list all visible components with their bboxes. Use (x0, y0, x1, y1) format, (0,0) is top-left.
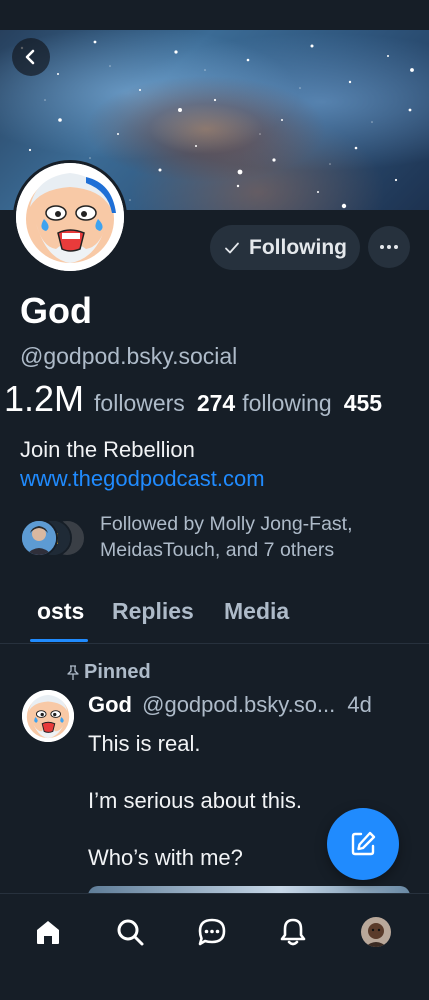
tab-posts[interactable]: osts (37, 598, 84, 625)
tab-media[interactable]: Media (224, 598, 289, 625)
following-button[interactable]: Following (210, 225, 360, 270)
ellipsis-icon (380, 245, 398, 249)
following-count[interactable]: 274 (197, 390, 235, 417)
followed-by-text[interactable]: Followed by Molly Jong-Fast, MeidasTouch… (100, 511, 420, 563)
nav-notifications[interactable] (273, 912, 313, 952)
post-timestamp[interactable]: 4d (347, 692, 371, 717)
post-text-line-2: I’m serious about this. (88, 788, 302, 813)
compose-button[interactable] (327, 808, 399, 880)
bell-icon (280, 918, 306, 946)
tab-replies[interactable]: Replies (112, 598, 194, 625)
search-icon (117, 919, 144, 946)
cartoon-face-icon (22, 690, 74, 742)
chevron-left-icon (25, 49, 35, 65)
profile-stats: 1.2M followers 274 following 455 (4, 378, 382, 424)
nav-chat[interactable] (192, 912, 232, 952)
pinned-label: Pinned (84, 661, 151, 683)
compose-icon (351, 831, 376, 856)
followers-label[interactable]: followers (94, 390, 185, 417)
following-label: Following (249, 235, 347, 259)
post-author-avatar[interactable] (22, 690, 74, 742)
known-followers-avatars[interactable]: N (20, 519, 88, 557)
post-author-handle[interactable]: @godpod.bsky.so... (142, 692, 335, 717)
post-header: God @godpod.bsky.so... 4d (88, 692, 372, 718)
back-button[interactable] (12, 38, 50, 76)
active-tab-indicator (30, 639, 88, 642)
post-text-line-3: Who’s with me? (88, 845, 243, 870)
check-icon (225, 242, 239, 253)
profile-link[interactable]: www.thegodpodcast.com (20, 466, 265, 492)
display-name: God (20, 290, 92, 331)
more-options-button[interactable] (368, 226, 410, 268)
cartoon-face-icon (16, 163, 124, 271)
nav-home[interactable] (28, 912, 68, 952)
status-bar (0, 0, 429, 30)
nav-profile[interactable] (356, 912, 396, 952)
profile-tabs: osts Replies Media (0, 590, 429, 644)
profile-handle: @godpod.bsky.social (20, 343, 238, 369)
chat-icon (198, 918, 226, 946)
pin-icon (67, 664, 79, 680)
profile-bio: Join the Rebellion (20, 437, 195, 462)
nav-search[interactable] (110, 912, 150, 952)
bottom-navigation (0, 893, 429, 1000)
profile-avatar[interactable] (13, 160, 127, 274)
post-text-line-1: This is real. (88, 731, 201, 756)
home-icon (37, 921, 59, 944)
post-author-name[interactable]: God (88, 692, 132, 717)
person-photo-icon (22, 521, 56, 555)
pinned-indicator: Pinned (66, 661, 151, 684)
follower-avatar-1 (20, 519, 58, 557)
followers-count[interactable]: 1.2M (4, 378, 84, 420)
posts-count: 455 (343, 390, 383, 416)
following-count-label[interactable]: following (242, 390, 332, 417)
profile-avatar-icon (361, 917, 391, 947)
